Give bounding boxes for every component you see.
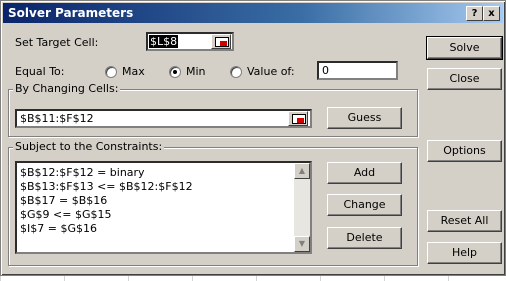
title-bar: Solver Parameters ? x <box>3 3 503 23</box>
collapse-dialog-icon-marker <box>220 41 227 46</box>
change-constraint-button[interactable]: Change <box>327 194 402 216</box>
radio-value-of[interactable] <box>230 66 242 78</box>
constraint-item[interactable]: $G$9 <= $G$15 <box>20 208 111 221</box>
radio-max-label[interactable]: Max <box>122 65 145 78</box>
equal-to-label: Equal To: <box>15 65 65 78</box>
constraint-item[interactable]: $B$17 = $B$16 <box>20 194 107 207</box>
dialog-title: Solver Parameters <box>8 6 134 20</box>
scroll-up-icon[interactable]: ▲ <box>294 163 310 179</box>
radio-min[interactable] <box>169 66 181 78</box>
constraints-scrollbar[interactable]: ▲ ▼ <box>294 163 310 252</box>
delete-constraint-button[interactable]: Delete <box>327 227 402 249</box>
constraints-list[interactable]: $B$12:$F$12 = binary $B$13:$F$13 <= $B$1… <box>15 161 312 254</box>
radio-max[interactable] <box>105 66 117 78</box>
target-collapse-button[interactable] <box>211 34 231 49</box>
solver-dialog: Solver Parameters ? x Set Target Cell: $… <box>0 0 506 276</box>
radio-min-label[interactable]: Min <box>186 65 206 78</box>
radio-value-of-label[interactable]: Value of: <box>247 65 295 78</box>
solve-button[interactable]: Solve <box>426 36 503 60</box>
target-cell-value: $L$8 <box>149 35 179 48</box>
close-button[interactable]: Close <box>427 68 502 90</box>
reset-all-button[interactable]: Reset All <box>427 210 502 232</box>
constraint-item[interactable]: $I$7 = $G$16 <box>20 222 97 235</box>
changing-collapse-button[interactable] <box>288 111 308 126</box>
close-title-button[interactable]: x <box>483 6 500 21</box>
constraint-item[interactable]: $B$13:$F$13 <= $B$12:$F$12 <box>20 180 193 193</box>
scroll-down-icon[interactable]: ▼ <box>294 236 310 252</box>
changing-cells-input[interactable]: $B$11:$F$12 <box>15 109 312 128</box>
options-button[interactable]: Options <box>427 140 502 162</box>
target-cell-label: Set Target Cell: <box>15 36 99 49</box>
value-of-input[interactable]: 0 <box>317 61 398 80</box>
constraints-label: Subject to the Constraints: <box>13 140 165 153</box>
help-title-button[interactable]: ? <box>466 6 483 21</box>
guess-button[interactable]: Guess <box>327 107 402 129</box>
constraint-item[interactable]: $B$12:$F$12 = binary <box>20 166 145 179</box>
collapse-dialog-icon-marker <box>297 118 304 123</box>
help-button[interactable]: Help <box>427 242 502 264</box>
add-constraint-button[interactable]: Add <box>327 162 402 184</box>
changing-cells-label: By Changing Cells: <box>13 82 121 95</box>
